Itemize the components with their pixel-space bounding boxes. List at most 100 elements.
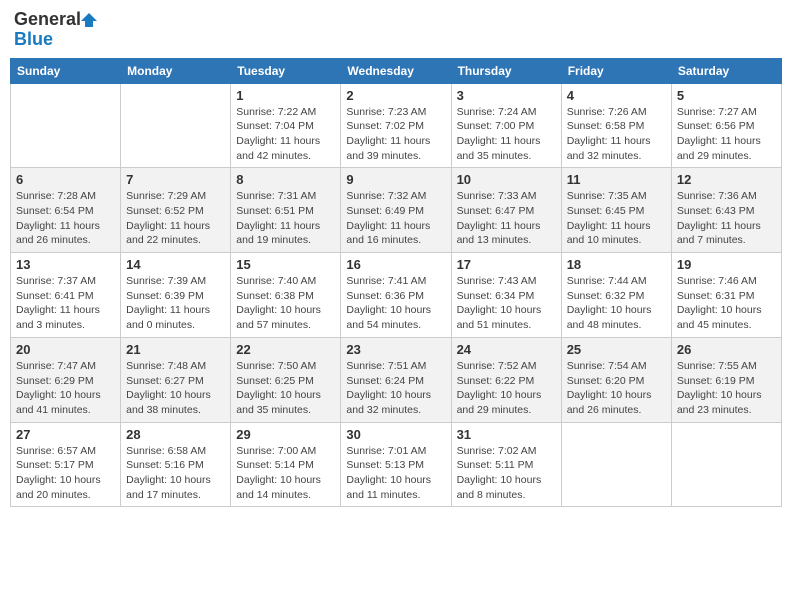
day-number: 29 bbox=[236, 427, 335, 442]
calendar-cell: 21Sunrise: 7:48 AMSunset: 6:27 PMDayligh… bbox=[121, 337, 231, 422]
day-header-friday: Friday bbox=[561, 58, 671, 83]
day-info: Sunrise: 7:32 AMSunset: 6:49 PMDaylight:… bbox=[346, 189, 445, 248]
logo-blue-text: Blue bbox=[14, 30, 53, 50]
day-header-wednesday: Wednesday bbox=[341, 58, 451, 83]
calendar-cell: 1 Sunrise: 7:22 AMSunset: 7:04 PMDaylight… bbox=[231, 83, 341, 168]
calendar-cell: 2 Sunrise: 7:23 AMSunset: 7:02 PMDaylight… bbox=[341, 83, 451, 168]
calendar-cell: 28 Sunrise: 6:58 AMSunset: 5:16 PMDayligh… bbox=[121, 422, 231, 507]
day-number: 22 bbox=[236, 342, 335, 357]
day-number: 25 bbox=[567, 342, 666, 357]
day-number: 14 bbox=[126, 257, 225, 272]
calendar-cell bbox=[11, 83, 121, 168]
day-info: Sunrise: 7:40 AMSunset: 6:38 PMDaylight:… bbox=[236, 274, 335, 333]
day-number: 2 bbox=[346, 88, 445, 103]
day-number: 16 bbox=[346, 257, 445, 272]
day-info: Sunrise: 7:48 AMSunset: 6:27 PMDaylight:… bbox=[126, 359, 225, 418]
day-number: 24 bbox=[457, 342, 556, 357]
day-number: 31 bbox=[457, 427, 556, 442]
calendar-cell: 3 Sunrise: 7:24 AMSunset: 7:00 PMDaylight… bbox=[451, 83, 561, 168]
day-number: 13 bbox=[16, 257, 115, 272]
day-info: Sunrise: 7:31 AMSunset: 6:51 PMDaylight:… bbox=[236, 189, 335, 248]
day-number: 1 bbox=[236, 88, 335, 103]
calendar-cell: 22 Sunrise: 7:50 AMSunset: 6:25 PMDayligh… bbox=[231, 337, 341, 422]
day-info: Sunrise: 7:35 AMSunset: 6:45 PMDaylight:… bbox=[567, 189, 666, 248]
calendar-cell: 5 Sunrise: 7:27 AMSunset: 6:56 PMDaylight… bbox=[671, 83, 781, 168]
day-info: Sunrise: 7:24 AMSunset: 7:00 PMDaylight:… bbox=[457, 105, 556, 164]
calendar-cell: 24 Sunrise: 7:52 AMSunset: 6:22 PMDayligh… bbox=[451, 337, 561, 422]
day-info: Sunrise: 7:36 AMSunset: 6:43 PMDaylight:… bbox=[677, 189, 776, 248]
day-info: Sunrise: 7:37 AMSunset: 6:41 PMDaylight:… bbox=[16, 274, 115, 333]
day-number: 18 bbox=[567, 257, 666, 272]
day-number: 23 bbox=[346, 342, 445, 357]
day-info: Sunrise: 7:44 AMSunset: 6:32 PMDaylight:… bbox=[567, 274, 666, 333]
day-info: Sunrise: 7:01 AMSunset: 5:13 PMDaylight:… bbox=[346, 444, 445, 503]
day-number: 9 bbox=[346, 172, 445, 187]
calendar-cell: 11 Sunrise: 7:35 AMSunset: 6:45 PMDayligh… bbox=[561, 168, 671, 253]
calendar-cell: 26 Sunrise: 7:55 AMSunset: 6:19 PMDayligh… bbox=[671, 337, 781, 422]
day-number: 15 bbox=[236, 257, 335, 272]
day-info: Sunrise: 7:39 AMSunset: 6:39 PMDaylight:… bbox=[126, 274, 225, 333]
week-row-1: 1 Sunrise: 7:22 AMSunset: 7:04 PMDaylight… bbox=[11, 83, 782, 168]
calendar-cell: 4 Sunrise: 7:26 AMSunset: 6:58 PMDaylight… bbox=[561, 83, 671, 168]
calendar-cell bbox=[561, 422, 671, 507]
day-info: Sunrise: 7:41 AMSunset: 6:36 PMDaylight:… bbox=[346, 274, 445, 333]
day-info: Sunrise: 7:26 AMSunset: 6:58 PMDaylight:… bbox=[567, 105, 666, 164]
day-header-sunday: Sunday bbox=[11, 58, 121, 83]
calendar-cell: 30Sunrise: 7:01 AMSunset: 5:13 PMDayligh… bbox=[341, 422, 451, 507]
calendar-cell: 29 Sunrise: 7:00 AMSunset: 5:14 PMDayligh… bbox=[231, 422, 341, 507]
week-row-2: 6Sunrise: 7:28 AMSunset: 6:54 PMDaylight… bbox=[11, 168, 782, 253]
day-info: Sunrise: 7:27 AMSunset: 6:56 PMDaylight:… bbox=[677, 105, 776, 164]
day-info: Sunrise: 7:51 AMSunset: 6:24 PMDaylight:… bbox=[346, 359, 445, 418]
day-info: Sunrise: 7:50 AMSunset: 6:25 PMDaylight:… bbox=[236, 359, 335, 418]
calendar-table: SundayMondayTuesdayWednesdayThursdayFrid… bbox=[10, 58, 782, 508]
day-number: 26 bbox=[677, 342, 776, 357]
day-header-monday: Monday bbox=[121, 58, 231, 83]
calendar-cell: 14 Sunrise: 7:39 AMSunset: 6:39 PMDayligh… bbox=[121, 253, 231, 338]
day-header-tuesday: Tuesday bbox=[231, 58, 341, 83]
week-row-5: 27Sunrise: 6:57 AMSunset: 5:17 PMDayligh… bbox=[11, 422, 782, 507]
day-number: 6 bbox=[16, 172, 115, 187]
calendar-cell: 19Sunrise: 7:46 AMSunset: 6:31 PMDayligh… bbox=[671, 253, 781, 338]
calendar-cell: 27Sunrise: 6:57 AMSunset: 5:17 PMDayligh… bbox=[11, 422, 121, 507]
day-info: Sunrise: 7:55 AMSunset: 6:19 PMDaylight:… bbox=[677, 359, 776, 418]
calendar-cell: 8Sunrise: 7:31 AMSunset: 6:51 PMDaylight… bbox=[231, 168, 341, 253]
calendar-cell: 31 Sunrise: 7:02 AMSunset: 5:11 PMDayligh… bbox=[451, 422, 561, 507]
day-info: Sunrise: 6:58 AMSunset: 5:16 PMDaylight:… bbox=[126, 444, 225, 503]
calendar-cell: 18 Sunrise: 7:44 AMSunset: 6:32 PMDayligh… bbox=[561, 253, 671, 338]
day-info: Sunrise: 7:47 AMSunset: 6:29 PMDaylight:… bbox=[16, 359, 115, 418]
day-number: 11 bbox=[567, 172, 666, 187]
day-number: 12 bbox=[677, 172, 776, 187]
day-info: Sunrise: 7:33 AMSunset: 6:47 PMDaylight:… bbox=[457, 189, 556, 248]
page-header: General Blue bbox=[10, 10, 782, 50]
day-number: 28 bbox=[126, 427, 225, 442]
calendar-cell: 6Sunrise: 7:28 AMSunset: 6:54 PMDaylight… bbox=[11, 168, 121, 253]
day-info: Sunrise: 7:43 AMSunset: 6:34 PMDaylight:… bbox=[457, 274, 556, 333]
day-info: Sunrise: 7:52 AMSunset: 6:22 PMDaylight:… bbox=[457, 359, 556, 418]
day-number: 19 bbox=[677, 257, 776, 272]
logo: General Blue bbox=[14, 10, 99, 50]
day-number: 10 bbox=[457, 172, 556, 187]
day-info: Sunrise: 7:29 AMSunset: 6:52 PMDaylight:… bbox=[126, 189, 225, 248]
calendar-cell: 20 Sunrise: 7:47 AMSunset: 6:29 PMDayligh… bbox=[11, 337, 121, 422]
calendar-cell: 25Sunrise: 7:54 AMSunset: 6:20 PMDayligh… bbox=[561, 337, 671, 422]
days-header-row: SundayMondayTuesdayWednesdayThursdayFrid… bbox=[11, 58, 782, 83]
day-number: 5 bbox=[677, 88, 776, 103]
calendar-cell: 17 Sunrise: 7:43 AMSunset: 6:34 PMDayligh… bbox=[451, 253, 561, 338]
day-number: 20 bbox=[16, 342, 115, 357]
day-header-thursday: Thursday bbox=[451, 58, 561, 83]
day-info: Sunrise: 7:23 AMSunset: 7:02 PMDaylight:… bbox=[346, 105, 445, 164]
calendar-cell: 13 Sunrise: 7:37 AMSunset: 6:41 PMDayligh… bbox=[11, 253, 121, 338]
calendar-cell: 16 Sunrise: 7:41 AMSunset: 6:36 PMDayligh… bbox=[341, 253, 451, 338]
day-info: Sunrise: 7:22 AMSunset: 7:04 PMDaylight:… bbox=[236, 105, 335, 164]
day-info: Sunrise: 7:00 AMSunset: 5:14 PMDaylight:… bbox=[236, 444, 335, 503]
calendar-cell: 12 Sunrise: 7:36 AMSunset: 6:43 PMDayligh… bbox=[671, 168, 781, 253]
day-info: Sunrise: 6:57 AMSunset: 5:17 PMDaylight:… bbox=[16, 444, 115, 503]
day-number: 17 bbox=[457, 257, 556, 272]
day-number: 3 bbox=[457, 88, 556, 103]
calendar-cell bbox=[671, 422, 781, 507]
day-info: Sunrise: 7:02 AMSunset: 5:11 PMDaylight:… bbox=[457, 444, 556, 503]
logo-general-text: General bbox=[14, 10, 81, 30]
week-row-3: 13 Sunrise: 7:37 AMSunset: 6:41 PMDayligh… bbox=[11, 253, 782, 338]
calendar-cell: 10 Sunrise: 7:33 AMSunset: 6:47 PMDayligh… bbox=[451, 168, 561, 253]
day-number: 4 bbox=[567, 88, 666, 103]
